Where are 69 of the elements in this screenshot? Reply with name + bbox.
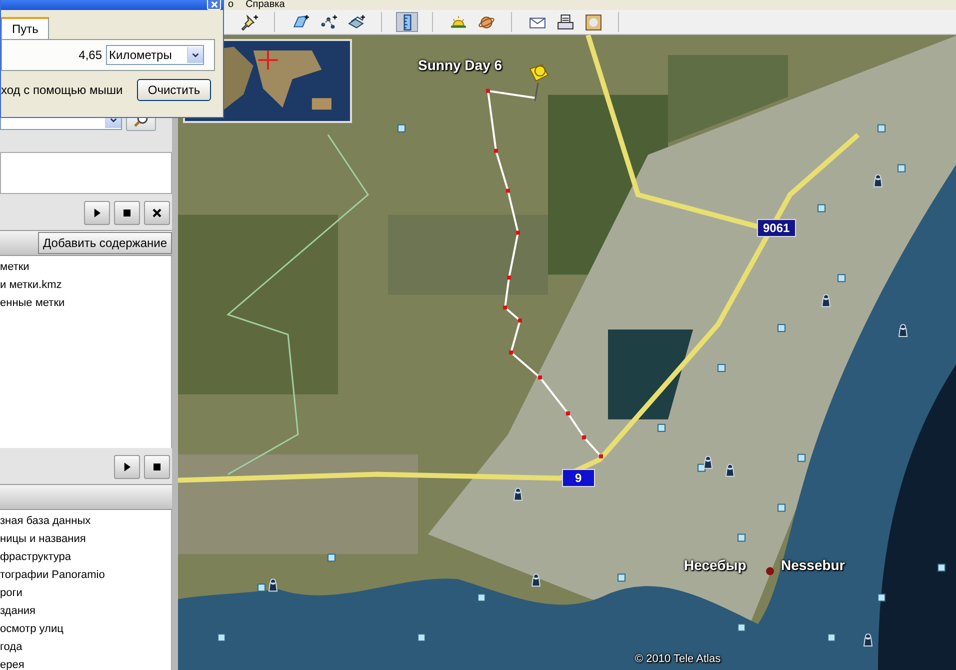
caret-icon [109,116,118,124]
layer-item[interactable]: осмотр улиц [0,620,171,638]
menu-item[interactable]: Справка [246,0,285,10]
photo-marker-icon[interactable] [798,454,806,462]
path-plus-icon [320,14,336,30]
photo-marker-icon[interactable] [738,534,746,542]
mouse-navigation-label: ход с помощью мыши [1,83,123,97]
overlay-plus-icon [348,14,364,30]
polygon-plus-icon [292,14,308,30]
close-icon [210,0,218,8]
road-number-sign: 9061 [757,219,796,237]
photo-marker-icon[interactable] [218,634,226,642]
photo-marker-icon[interactable] [738,624,746,632]
pin-plus-icon [240,14,258,30]
copyright-text: © 2010 Tele Atlas [635,653,721,665]
ruler-button[interactable] [396,12,418,32]
photo-marker-icon[interactable] [878,124,886,132]
layer-item[interactable]: здания [0,602,171,620]
layer-item[interactable]: роги [0,584,171,602]
stop-button[interactable] [114,201,140,225]
photo-marker-icon[interactable] [258,584,266,592]
pushpin-icon[interactable] [529,64,549,102]
layer-item[interactable]: фраструктура [0,548,171,566]
layer-item[interactable]: зная база данных [0,512,171,530]
stop-button[interactable] [144,455,170,479]
photo-marker-icon[interactable] [938,564,946,572]
placemark-label: Sunny Day 6 [418,57,502,73]
layer-item[interactable]: года [0,638,171,656]
planet-icon [478,14,494,30]
play-button[interactable] [114,455,140,479]
printer-icon [556,14,574,30]
places-item[interactable]: и метки.kmz [0,276,171,294]
length-value: 4,65 [78,48,102,62]
photo-marker-icon[interactable] [828,634,836,642]
city-dot-icon [766,567,774,576]
photo-marker-icon[interactable] [698,464,706,472]
sun-icon [450,14,466,30]
places-item[interactable]: енные метки [0,294,171,312]
photo-marker-icon[interactable] [778,504,786,512]
photo-marker-icon[interactable] [478,594,486,602]
clear-button[interactable]: Очистить [137,79,211,101]
close-icon [150,206,164,220]
photo-marker-icon[interactable] [398,124,406,132]
layer-item[interactable]: ерея [0,656,171,670]
photo-marker-icon[interactable] [838,274,846,282]
caret-icon [191,50,200,60]
layer-item[interactable]: ницы и названия [0,530,171,548]
photo-marker-icon[interactable] [618,574,626,582]
photo-marker-icon[interactable] [878,594,886,602]
photo-marker-icon[interactable] [898,164,906,172]
photo-marker-icon[interactable] [718,364,726,372]
layer-item[interactable]: тографии Panoramio [0,566,171,584]
city-label: Nessebur [781,557,845,573]
menu-item[interactable]: о [228,0,234,10]
photo-marker-icon[interactable] [778,324,786,332]
photo-marker-icon[interactable] [658,424,666,432]
tab[interactable]: Путь [1,17,50,39]
info-marker-icon[interactable] [532,574,540,587]
picture-icon [584,14,602,30]
add-content-button[interactable]: Добавить содержание [38,232,172,254]
places-item[interactable]: метки [0,258,171,276]
city-label: Несебыр [684,557,746,573]
photo-marker-icon[interactable] [818,204,826,212]
close-button[interactable] [144,201,170,225]
road-number-sign: 9 [562,469,595,487]
unit-dropdown[interactable]: Километры [106,45,204,65]
photo-marker-icon[interactable] [418,634,426,642]
photo-marker-icon[interactable] [328,554,336,562]
play-button[interactable] [84,201,110,225]
